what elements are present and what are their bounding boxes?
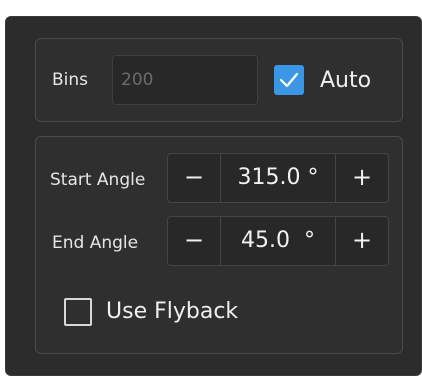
start-angle-increment-button[interactable]: + [335,154,388,202]
bins-input[interactable]: 200 [112,55,258,105]
end-angle-value[interactable]: 45.0 ° [221,217,335,265]
end-angle-label: End Angle [52,233,139,253]
auto-label: Auto [320,68,372,93]
end-angle-stepper: − 45.0 ° + [167,216,389,266]
auto-checkbox[interactable] [274,65,304,95]
use-flyback-label: Use Flyback [106,299,239,324]
start-angle-label: Start Angle [50,170,146,190]
start-angle-decrement-button[interactable]: − [168,154,221,202]
use-flyback-checkbox[interactable] [64,298,92,326]
end-angle-increment-button[interactable]: + [335,217,388,265]
start-angle-stepper: − 315.0 ° + [167,153,389,203]
start-angle-value[interactable]: 315.0 ° [221,154,335,202]
end-angle-decrement-button[interactable]: − [168,217,221,265]
bins-label: Bins [52,70,89,90]
checkmark-icon [279,72,299,88]
